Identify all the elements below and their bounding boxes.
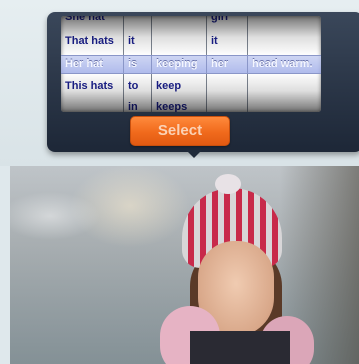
picker-cell[interactable]: keep [152, 77, 206, 96]
selected-subject: Her hat [65, 58, 103, 70]
selected-object: her [211, 58, 229, 70]
picker-cell[interactable]: That hats [61, 32, 123, 51]
picker-cell[interactable]: keeps [152, 98, 206, 112]
selected-ending: head warm. [252, 58, 313, 70]
popover-arrow [186, 150, 202, 158]
picker-cell[interactable]: it [124, 32, 151, 51]
picker-cell[interactable]: to [124, 77, 151, 96]
picker-cell[interactable]: girl [207, 16, 247, 27]
select-button[interactable]: Select [130, 116, 230, 146]
selected-action: keeping [156, 58, 198, 70]
picker-selection-indicator: Her hat is keeping her head warm. [61, 55, 321, 74]
photo-pompom [215, 174, 241, 194]
picker-cell[interactable]: it [207, 32, 247, 51]
picker-cell[interactable]: This hats [61, 77, 123, 96]
photo-coat [190, 331, 290, 364]
photo-woman-in-hat [10, 166, 359, 364]
picker-cell[interactable]: She hat [61, 16, 123, 27]
selected-verb: is [128, 58, 138, 70]
picker-cell[interactable]: in [124, 98, 151, 112]
